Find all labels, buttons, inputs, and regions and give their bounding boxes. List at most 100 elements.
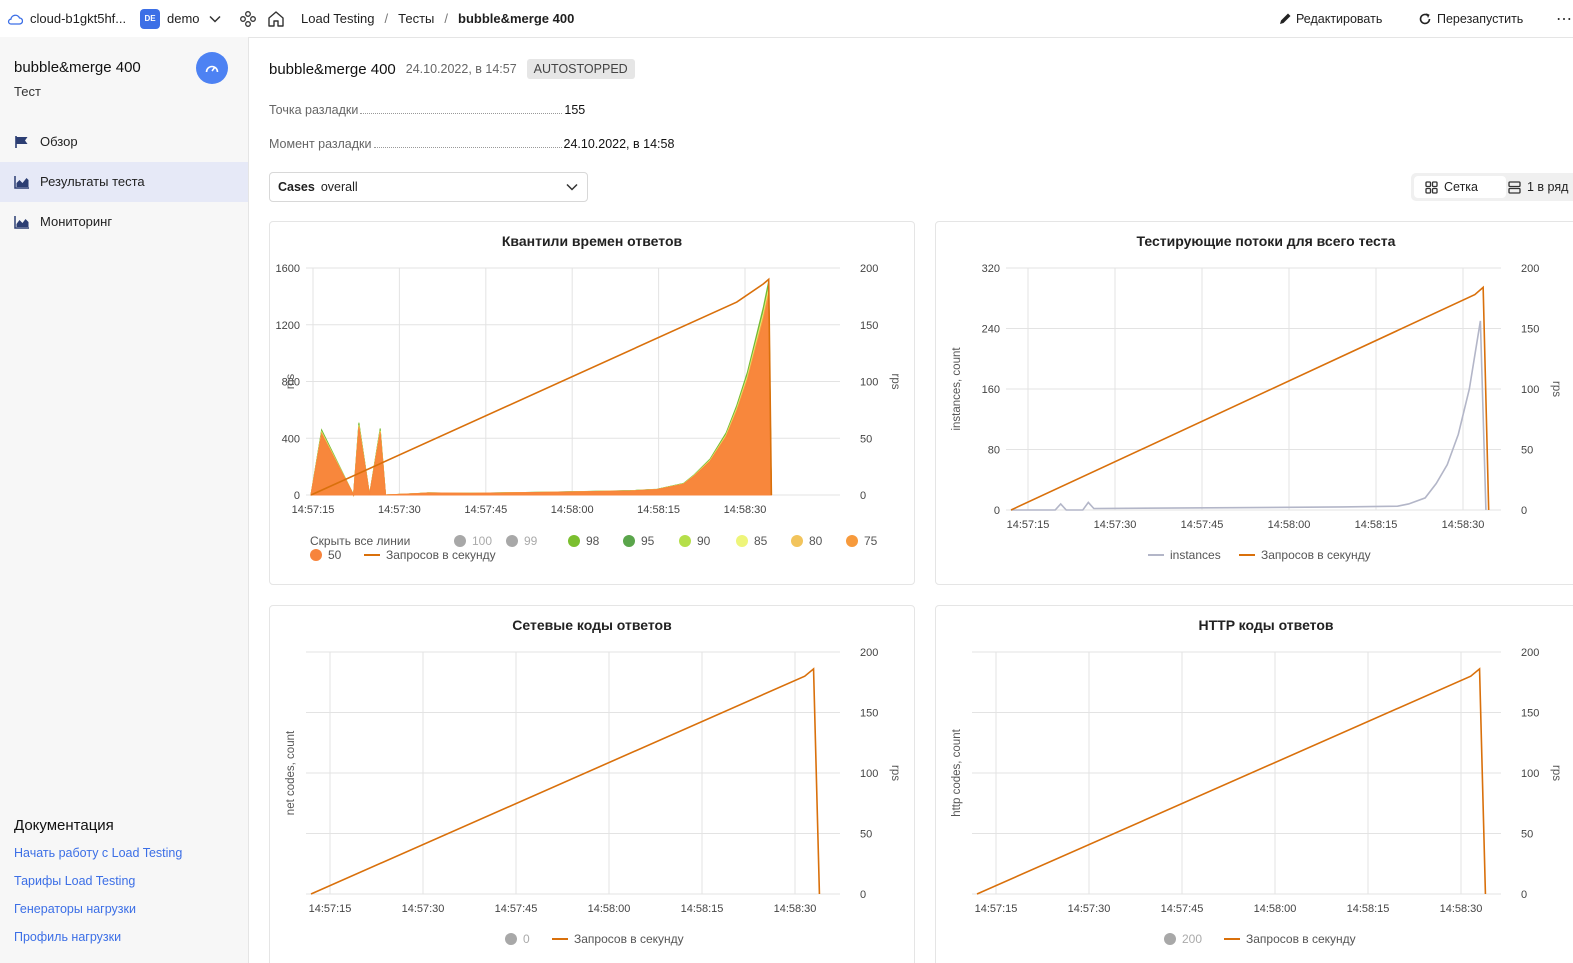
restart-button[interactable]: Перезапустить bbox=[1418, 0, 1523, 37]
legend-item-quantile-95[interactable]: 95 bbox=[623, 534, 654, 548]
rps-line bbox=[1010, 285, 1490, 511]
field-value: 24.10.2022, в 14:58 bbox=[563, 137, 675, 151]
y2-tick-label: 100 bbox=[860, 768, 878, 780]
y2-tick-label: 200 bbox=[860, 263, 878, 275]
legend-item-quantile-98[interactable]: 98 bbox=[568, 534, 599, 548]
y-tick-label: 400 bbox=[282, 433, 300, 445]
legend-label: 99 bbox=[524, 534, 538, 548]
legend-item-quantile-80[interactable]: 80 bbox=[791, 534, 822, 548]
breadcrumb-current: bubble&merge 400 bbox=[458, 11, 575, 26]
refresh-icon bbox=[1419, 12, 1431, 24]
cases-select-value: overall bbox=[320, 180, 358, 194]
status-badge: AUTOSTOPPED bbox=[526, 59, 635, 79]
y2-tick-label: 50 bbox=[1521, 829, 1533, 841]
home-button[interactable] bbox=[267, 0, 285, 37]
y2-tick-label: 0 bbox=[1521, 505, 1527, 517]
legend-dot bbox=[791, 535, 803, 547]
legend-item-instances[interactable]: instances bbox=[1148, 548, 1221, 562]
legend-item-rps[interactable]: Запросов в секунду bbox=[1239, 548, 1371, 562]
chart-card-threads: Тестирующие потоки для всего теста 0 0 80 5… bbox=[935, 221, 1573, 585]
instances-line-swatch bbox=[1148, 554, 1164, 556]
y-tick-label: 160 bbox=[982, 384, 1000, 396]
x-tick-label: 14:58:15 bbox=[1347, 903, 1390, 915]
legend-item-code-0[interactable]: 0 bbox=[505, 932, 530, 946]
field-dots bbox=[373, 147, 562, 148]
y2-axis-label: rps bbox=[1550, 765, 1562, 781]
folder-selector[interactable]: DE demo bbox=[140, 0, 221, 37]
x-tick-label: 14:58:30 bbox=[774, 903, 817, 915]
legend-item-code-200[interactable]: 200 bbox=[1164, 932, 1202, 946]
legend-item-quantile-99[interactable]: 99 bbox=[506, 534, 537, 548]
chevron-down-icon bbox=[566, 183, 578, 191]
y2-tick-label: 50 bbox=[1521, 445, 1533, 457]
docs-link-pricing[interactable]: Тарифы Load Testing bbox=[14, 874, 135, 888]
legend-item-quantile-50[interactable]: 50 bbox=[310, 548, 341, 562]
rps-line-swatch bbox=[552, 938, 568, 940]
legend-label: 90 bbox=[697, 534, 711, 548]
sidebar-item-label: Обзор bbox=[40, 134, 78, 149]
breadcrumb-tests[interactable]: Тесты bbox=[398, 11, 434, 26]
x-tick-label: 14:58:00 bbox=[1268, 519, 1311, 531]
pencil-icon bbox=[1280, 13, 1291, 24]
restart-button-label: Перезапустить bbox=[1437, 11, 1524, 26]
test-header: bubble&merge 400 24.10.2022, в 14:57 AUT… bbox=[269, 59, 635, 79]
y2-tick-label: 200 bbox=[1521, 647, 1539, 659]
sidebar-item-test-results[interactable]: Результаты теста bbox=[0, 162, 248, 202]
x-tick-label: 14:57:15 bbox=[975, 903, 1018, 915]
legend-label: Запросов в секунду bbox=[1246, 932, 1356, 946]
legend-dot bbox=[679, 535, 691, 547]
y2-tick-label: 100 bbox=[1521, 768, 1539, 780]
legend-label: 0 bbox=[523, 932, 530, 946]
hide-all-lines-label: Скрыть все линии bbox=[310, 534, 411, 548]
hide-all-lines-toggle[interactable]: Скрыть все линии bbox=[310, 534, 410, 548]
more-button[interactable]: ⋯ bbox=[1556, 0, 1572, 37]
docs-link-load-profile[interactable]: Профиль нагрузки bbox=[14, 930, 121, 944]
edit-button[interactable]: Редактировать bbox=[1278, 0, 1382, 37]
legend-item-quantile-100[interactable]: 100 bbox=[454, 534, 492, 548]
sidebar-item-label: Мониторинг bbox=[40, 214, 113, 229]
cloud-icon bbox=[7, 14, 23, 25]
legend-label: 50 bbox=[328, 548, 342, 562]
cases-select[interactable]: Cases overall bbox=[269, 172, 588, 202]
net-codes-chart: 0 50 100 150 200 14:57:15 14:57:30 14:57:45 14:5… bbox=[285, 647, 901, 915]
legend-item-quantile-85[interactable]: 85 bbox=[736, 534, 767, 548]
sidebar-item-label: Результаты теста bbox=[40, 174, 145, 189]
x-tick-label: 14:57:45 bbox=[495, 903, 538, 915]
legend-item-rps[interactable]: Запросов в секунду bbox=[1224, 932, 1356, 946]
test-name: bubble&merge 400 bbox=[269, 60, 396, 78]
y-tick-label: 320 bbox=[982, 263, 1000, 275]
services-button[interactable] bbox=[239, 0, 257, 37]
breadcrumb-load-testing[interactable]: Load Testing bbox=[301, 11, 375, 26]
legend-item-quantile-75[interactable]: 75 bbox=[846, 534, 877, 548]
cloud-selector[interactable]: cloud-b1gkt5hf... bbox=[7, 0, 126, 37]
docs-link-getting-started[interactable]: Начать работу с Load Testing bbox=[14, 846, 182, 860]
sidebar-subtitle: Тест bbox=[14, 84, 41, 99]
legend-item-rps[interactable]: Запросов в секунду bbox=[364, 548, 496, 562]
y2-tick-label: 200 bbox=[860, 647, 878, 659]
y2-tick-label: 0 bbox=[860, 490, 866, 502]
sidebar: bubble&merge 400 Тест Обзор Результаты т… bbox=[0, 37, 249, 963]
top-bar: cloud-b1gkt5hf... DE demo Load Testing /… bbox=[0, 0, 1573, 38]
view-grid-button[interactable]: Сетка bbox=[1414, 176, 1506, 198]
sidebar-item-monitoring[interactable]: Мониторинг bbox=[0, 202, 248, 242]
legend-item-quantile-90[interactable]: 90 bbox=[679, 534, 710, 548]
field-label: Момент разладки bbox=[269, 137, 372, 151]
legend-dot bbox=[736, 535, 748, 547]
legend-item-rps[interactable]: Запросов в секунду bbox=[552, 932, 684, 946]
y2-tick-label: 200 bbox=[1521, 263, 1539, 275]
chart-area-icon bbox=[14, 176, 29, 189]
sidebar-item-overview[interactable]: Обзор bbox=[0, 122, 248, 162]
service-avatar bbox=[196, 52, 228, 84]
legend-dot bbox=[506, 535, 518, 547]
y2-tick-label: 150 bbox=[860, 708, 878, 720]
x-tick-label: 14:57:30 bbox=[1068, 903, 1111, 915]
x-tick-label: 14:57:15 bbox=[292, 504, 335, 516]
rps-line-swatch bbox=[1239, 554, 1255, 556]
docs-title: Документация bbox=[14, 817, 114, 834]
chart-card-net-codes: Сетевые коды ответов 0 50 100 150 200 14:57:1… bbox=[269, 605, 915, 963]
view-row-button[interactable]: 1 в ряд bbox=[1508, 176, 1573, 198]
docs-link-generators[interactable]: Генераторы нагрузки bbox=[14, 902, 136, 916]
x-tick-label: 14:58:00 bbox=[551, 504, 594, 516]
x-tick-label: 14:58:15 bbox=[637, 504, 680, 516]
legend-label: Запросов в секунду bbox=[386, 548, 496, 562]
